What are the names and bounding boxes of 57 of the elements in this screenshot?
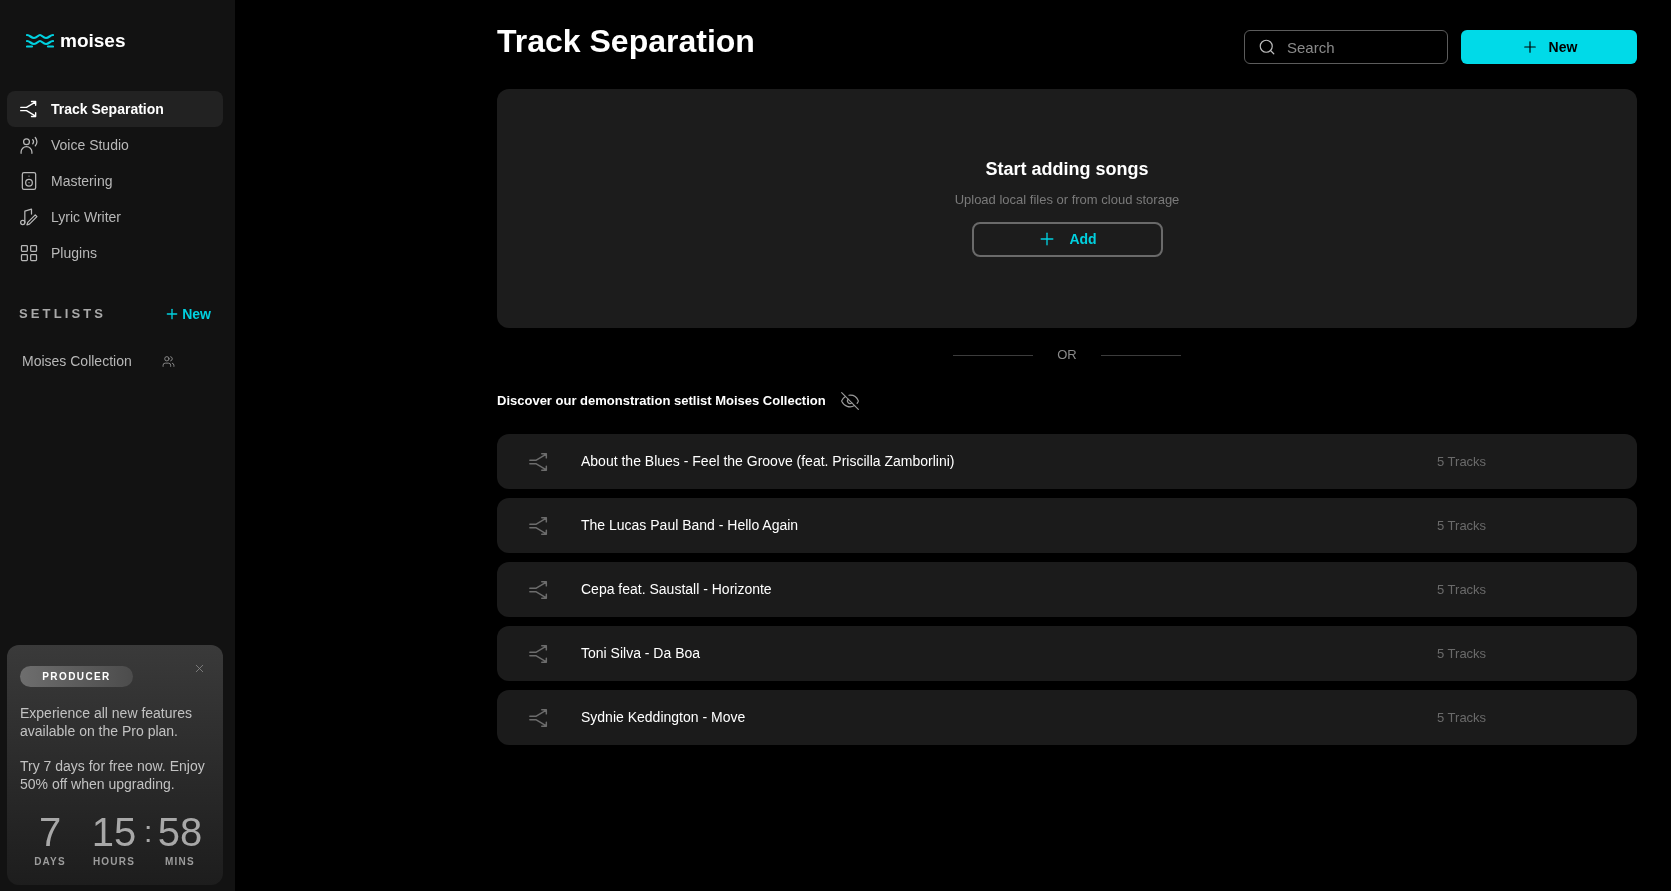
split-arrows-icon: [19, 99, 39, 119]
people-icon: [161, 354, 175, 368]
demo-intro-text: Discover our demonstration setlist Moises Collection: [497, 392, 826, 411]
nav-item[interactable]: Track Separation: [7, 91, 223, 127]
countdown-value: 7: [38, 813, 62, 851]
split-arrows-icon: [528, 706, 550, 729]
page-title: Track Separation: [497, 24, 755, 58]
setlist-row[interactable]: Sydnie Keddington - Move 5 Tracks: [497, 690, 1637, 745]
new-button[interactable]: New: [1461, 30, 1637, 64]
or-divider-text: OR: [1057, 346, 1077, 365]
eye-off-icon[interactable]: [839, 391, 860, 411]
upload-title: Start adding songs: [985, 158, 1149, 181]
note-pen-icon: [19, 207, 39, 227]
track-count: 5 Tracks: [1437, 516, 1488, 535]
promo-text: Experience all new features available on the Pro plan.: [20, 704, 193, 740]
plan-badge: PRODUCER: [20, 666, 133, 687]
person-sound-icon: [19, 135, 39, 155]
track-count: 5 Tracks: [1437, 708, 1488, 727]
nav-item[interactable]: Voice Studio: [7, 127, 223, 163]
nav-item[interactable]: Plugins: [7, 235, 223, 271]
upload-subtitle: Upload local files or from cloud storage: [954, 191, 1180, 209]
song-title: Sydnie Keddington - Move: [581, 708, 747, 727]
search-icon: [1258, 38, 1276, 56]
add-button[interactable]: Add: [971, 221, 1163, 257]
setlists-heading: SETLISTS: [19, 305, 107, 324]
new-setlist-button[interactable]: New: [164, 303, 211, 325]
countdown-value: 58: [157, 813, 203, 851]
split-arrows-icon: [528, 578, 550, 601]
countdown-unit: HOURS: [92, 855, 136, 869]
song-title: The Lucas Paul Band - Hello Again: [581, 516, 800, 535]
nav-item[interactable]: Mastering: [7, 163, 223, 199]
setlist-row[interactable]: The Lucas Paul Band - Hello Again 5 Tracks: [497, 498, 1637, 553]
countdown-separator: :: [144, 814, 150, 850]
split-arrows-icon: [528, 514, 550, 537]
countdown-unit: DAYS: [34, 855, 66, 869]
track-count: 5 Tracks: [1437, 452, 1488, 471]
track-count: 5 Tracks: [1437, 644, 1488, 663]
setlist-row[interactable]: Cepa feat. Saustall - Horizonte 5 Tracks: [497, 562, 1637, 617]
track-count: 5 Tracks: [1437, 580, 1488, 599]
setlist-item[interactable]: Moises Collection: [7, 349, 223, 373]
logo-text: moises: [60, 30, 126, 50]
nav-item[interactable]: Lyric Writer: [7, 199, 223, 235]
speaker-icon: [19, 171, 39, 191]
search-field[interactable]: Search: [1244, 30, 1448, 64]
grid-icon: [19, 243, 39, 263]
countdown-unit: MINS: [165, 855, 195, 869]
setlist-row[interactable]: Toni Silva - Da Boa 5 Tracks: [497, 626, 1637, 681]
song-title: About the Blues - Feel the Groove (feat. Priscilla Zamborlini): [581, 452, 956, 471]
logo-wave-icon: [26, 32, 54, 48]
split-arrows-icon: [528, 642, 550, 665]
setlist-row[interactable]: About the Blues - Feel the Groove (feat. Priscilla Zamborlini) 5 Tracks: [497, 434, 1637, 489]
split-arrows-icon: [528, 450, 550, 473]
song-title: Cepa feat. Saustall - Horizonte: [581, 580, 773, 599]
promo-text: Try 7 days for free now. Enjoy 50% off when upgrading.: [20, 757, 206, 793]
close-icon[interactable]: [193, 662, 206, 675]
song-title: Toni Silva - Da Boa: [581, 644, 702, 663]
countdown-value: 15: [91, 813, 137, 851]
